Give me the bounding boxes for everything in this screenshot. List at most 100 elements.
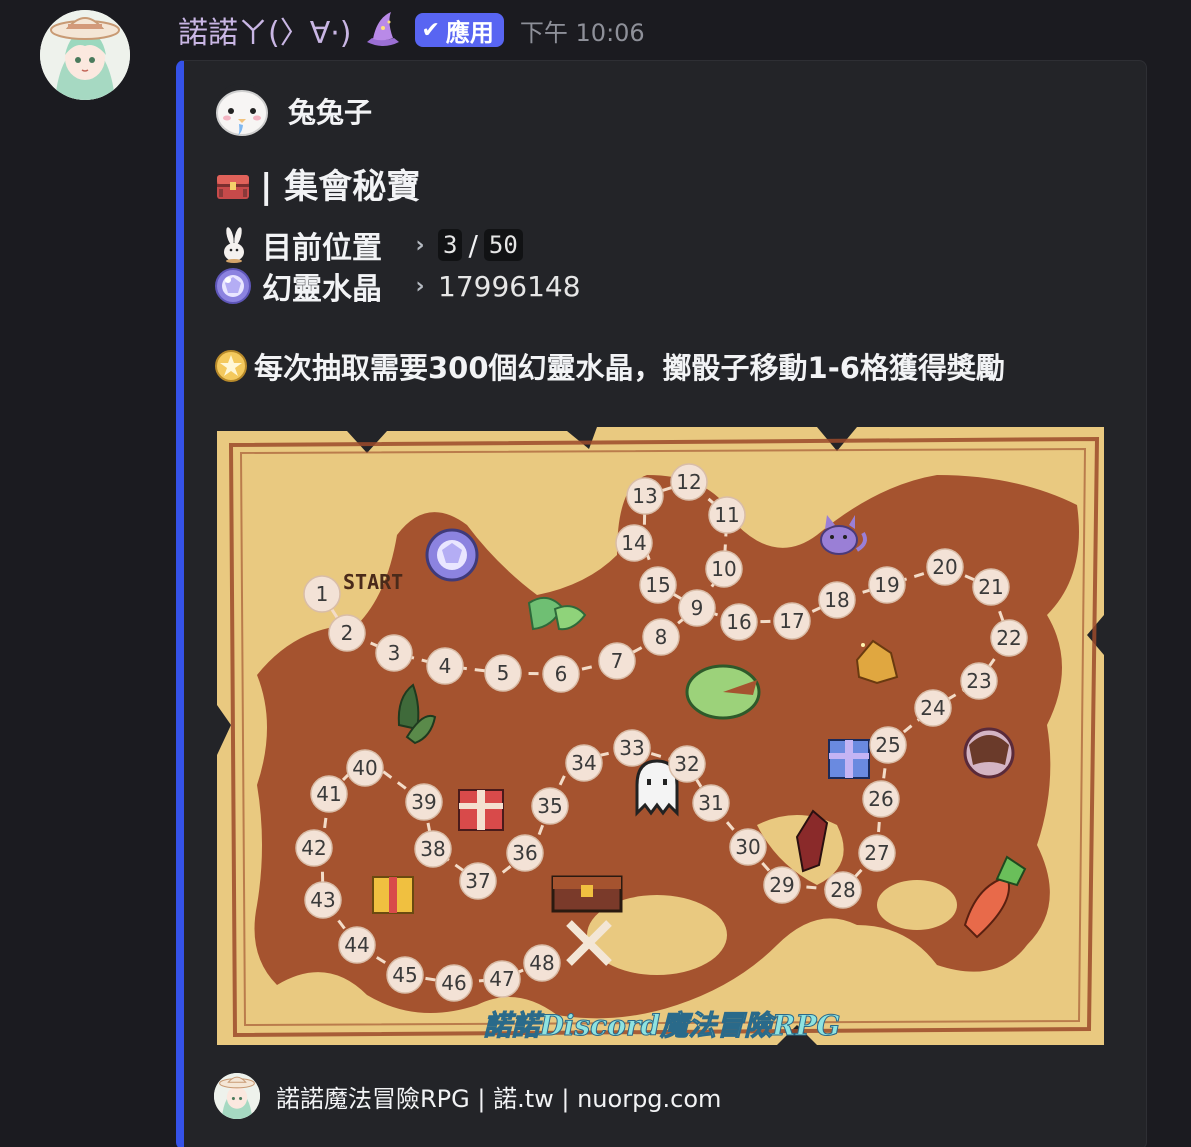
field-position: 目前位置 › 3 / 50	[214, 223, 523, 267]
star-badge-icon	[215, 350, 247, 382]
yellow-gift-decoration-icon	[372, 876, 414, 914]
board-node-40: 40	[346, 749, 384, 787]
board-node-label: 23	[966, 669, 991, 693]
board-node-25: 25	[869, 726, 907, 764]
board-node-label: 9	[691, 596, 704, 620]
board-node-32: 32	[668, 745, 706, 783]
position-separator: /	[468, 228, 478, 262]
board-node-21: 21	[972, 568, 1010, 606]
board-node-label: 10	[711, 557, 736, 581]
board-node-26: 26	[862, 780, 900, 818]
board-node-20: 20	[926, 548, 964, 586]
board-node-11: 11	[708, 496, 746, 534]
board-node-label: 33	[619, 736, 644, 760]
username[interactable]: 諾諾ㄚ(〉∀·)	[178, 8, 351, 52]
start-label: START	[343, 570, 403, 594]
board-node-31: 31	[692, 784, 730, 822]
board-node-19: 19	[868, 566, 906, 604]
board-node-label: 40	[352, 756, 377, 780]
board-node-label: 8	[655, 625, 668, 649]
timestamp[interactable]: 下午 10:06	[520, 13, 645, 48]
board-node-43: 43	[304, 881, 342, 919]
board-node-17: 17	[773, 602, 811, 640]
board-node-label: 39	[411, 790, 436, 814]
embed-footer: 諾諾魔法冒險RPG | 諾.tw | nuorpg.com	[214, 1073, 721, 1119]
user-avatar[interactable]	[40, 10, 130, 100]
board-node-label: 18	[824, 588, 849, 612]
chevron-right-icon: ›	[415, 273, 425, 299]
board-node-13: 13	[626, 477, 664, 515]
board-node-5: 5	[484, 654, 522, 692]
board-node-37: 37	[459, 862, 497, 900]
board-node-label: 5	[497, 661, 510, 685]
portrait-decoration-icon	[963, 727, 1015, 779]
board-node-2: 2	[328, 614, 366, 652]
board-node-22: 22	[990, 619, 1028, 657]
anime-girl-avatar-icon	[40, 10, 130, 100]
board-node-label: 19	[874, 573, 899, 597]
board-node-label: 20	[932, 555, 957, 579]
board-node-label: 45	[392, 963, 417, 987]
board-node-label: 32	[674, 752, 699, 776]
board-node-label: 47	[489, 967, 514, 991]
board-game-map-image[interactable]: START 1234 5 678910111213141516 17181920212…	[217, 425, 1104, 1047]
embed-author-name[interactable]: 兔兔子	[288, 91, 372, 131]
board-node-1: 1	[303, 575, 341, 613]
embed-author: 兔兔子	[214, 83, 372, 139]
board-node-24: 24	[914, 689, 952, 727]
board-node-27: 27	[858, 834, 896, 872]
board-node-label: 43	[310, 888, 335, 912]
map-watermark: 諾諾Discord魔法冒險RPG	[484, 1009, 841, 1042]
board-node-label: 13	[632, 484, 657, 508]
board-node-label: 21	[978, 575, 1003, 599]
footer-text: 諾諾魔法冒險RPG | 諾.tw | nuorpg.com	[276, 1084, 722, 1113]
crystal-orb-decoration-icon	[425, 528, 479, 582]
board-node-label: 12	[676, 470, 701, 494]
board-node-6: 6	[542, 655, 580, 693]
board-node-label: 36	[512, 841, 537, 865]
board-node-label: 30	[735, 835, 760, 859]
board-node-15: 15	[639, 566, 677, 604]
board-node-label: 25	[875, 733, 900, 757]
board-node-48: 48	[523, 944, 561, 982]
embed: 兔兔子 | 集會秘寶 目前位置 › 3 / 50 幻靈水晶 › 17996148…	[176, 60, 1147, 1147]
field-position-label: 目前位置	[262, 231, 382, 266]
board-node-14: 14	[615, 524, 653, 562]
board-node-label: 29	[769, 873, 794, 897]
checkmark-icon: ✔	[421, 17, 440, 43]
board-node-label: 14	[621, 531, 646, 555]
board-node-label: 27	[864, 841, 889, 865]
board-node-7: 7	[598, 642, 636, 680]
board-node-label: 4	[439, 654, 452, 678]
board-node-label: 6	[555, 662, 568, 686]
board-node-label: 42	[301, 836, 326, 860]
board-node-label: 41	[316, 782, 341, 806]
footer-avatar	[214, 1073, 260, 1119]
anime-girl-avatar-icon	[214, 1073, 260, 1119]
board-node-label: 16	[726, 610, 751, 634]
board-node-label: 46	[441, 971, 466, 995]
embed-description: 每次抽取需要300個幻靈水晶，擲骰子移動1-6格獲得獎勵	[214, 345, 1005, 387]
board-node-label: 35	[537, 794, 562, 818]
field-crystal: 幻靈水晶 › 17996148	[214, 264, 581, 308]
board-node-label: 37	[465, 869, 490, 893]
wizard-hat-icon	[367, 12, 400, 46]
board-node-label: 44	[344, 933, 369, 957]
board-node-label: 48	[529, 951, 554, 975]
embed-description-text: 每次抽取需要300個幻靈水晶，擲骰子移動1-6格獲得獎勵	[254, 351, 1005, 385]
treasure-chest-icon	[217, 174, 249, 199]
board-node-36: 36	[506, 834, 544, 872]
board-node-8: 8	[642, 618, 680, 656]
board-node-label: 26	[868, 787, 893, 811]
board-node-label: 15	[645, 573, 670, 597]
embed-title-text: | 集會秘寶	[260, 167, 421, 207]
position-current: 3	[438, 229, 463, 261]
board-node-label: 17	[779, 609, 804, 633]
board-node-45: 45	[386, 956, 424, 994]
message-header: 諾諾ㄚ(〉∀·) ✔ 應用 下午 10:06	[178, 8, 645, 52]
position-total: 50	[483, 229, 523, 261]
board-node-label: 1	[316, 582, 329, 606]
board-node-3: 3	[375, 634, 413, 672]
board-node-label: 2	[341, 621, 354, 645]
board-node-39: 39	[405, 783, 443, 821]
